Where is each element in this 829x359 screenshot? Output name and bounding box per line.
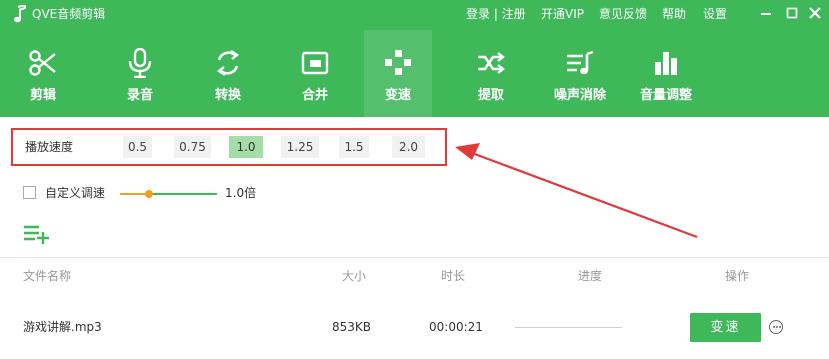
tool-extract[interactable]: 提取 [457,30,525,117]
noise-removal-icon [567,50,594,75]
speed-option-2.0[interactable]: 2.0 [392,136,425,158]
login-register-link[interactable]: 登录 | 注册 [466,6,526,22]
tool-label: 噪声消除 [553,88,606,103]
microphone-icon [128,48,152,78]
speed-option-1.0[interactable]: 1.0 [229,136,263,158]
tool-label: 合并 [301,88,328,103]
tool-label: 变速 [384,88,411,103]
column-header-name: 文件名称 [23,269,72,283]
speed-option-0.5[interactable]: 0.5 [123,136,152,158]
custom-speed-value: 1.0倍 [225,186,257,200]
merge-icon [301,51,329,75]
settings-link[interactable]: 设置 [703,6,727,22]
table-row: 游戏讲解.mp3 853KB 00:00:21 变速 [0,308,829,346]
tool-label: 录音 [126,88,153,103]
tool-label: 转换 [214,88,241,103]
tool-label: 音量调整 [639,88,692,103]
tool-cut[interactable]: 剪辑 [9,30,77,117]
progress-bar [515,327,622,328]
custom-speed-label: 自定义调速 [45,186,106,200]
tool-label: 剪辑 [29,88,56,103]
speed-icon [385,50,411,75]
tool-record[interactable]: 录音 [106,30,174,117]
column-header-actions: 操作 [725,269,750,283]
column-header-size: 大小 [342,269,367,283]
more-icon[interactable] [769,320,783,334]
convert-icon [216,50,240,76]
speed-slider-thumb[interactable] [145,190,154,198]
volume-icon [655,52,677,75]
add-list-icon[interactable] [24,224,50,244]
app-title: QVE音频剪辑 [32,7,106,21]
tool-convert[interactable]: 转换 [194,30,262,117]
maximize-icon[interactable] [783,4,801,22]
speed-option-1.25[interactable]: 1.25 [281,136,319,158]
music-note-icon [14,5,26,23]
speed-change-button[interactable]: 变速 [690,313,761,342]
app-header: QVE音频剪辑 登录 | 注册 开通VIP 意见反馈 帮助 设置 剪辑 录音 转… [0,0,829,117]
tool-bar: 剪辑 录音 转换 合并 变速 提取 噪声消除 音量调整 [0,30,829,117]
feedback-link[interactable]: 意见反馈 [599,6,647,22]
file-size: 853KB [332,320,372,334]
help-link[interactable]: 帮助 [662,6,686,22]
speed-option-0.75[interactable]: 0.75 [174,136,211,158]
playback-speed-label: 播放速度 [25,140,74,154]
minimize-icon[interactable] [757,4,775,22]
column-header-progress: 进度 [578,269,603,283]
extract-icon [478,52,505,74]
file-duration: 00:00:21 [429,320,483,334]
speed-slider[interactable] [120,190,217,198]
vip-link[interactable]: 开通VIP [541,6,584,22]
tool-label: 提取 [477,88,504,103]
scissors-icon [29,50,56,76]
file-name: 游戏讲解.mp3 [23,320,102,334]
tool-volume[interactable]: 音量调整 [632,30,700,117]
tool-noise-removal[interactable]: 噪声消除 [546,30,614,117]
custom-speed-checkbox[interactable] [23,186,36,199]
tool-merge[interactable]: 合并 [281,30,349,117]
title-bar: QVE音频剪辑 登录 | 注册 开通VIP 意见反馈 帮助 设置 [0,0,829,28]
close-icon[interactable] [806,4,824,22]
tool-speed[interactable]: 变速 [364,30,432,117]
playback-speed-panel: 播放速度 0.5 0.75 1.0 1.25 1.5 2.0 [11,128,447,166]
speed-option-1.5[interactable]: 1.5 [339,136,369,158]
file-table-header: 文件名称 大小 时长 进度 操作 [0,257,829,293]
column-header-duration: 时长 [441,269,466,283]
